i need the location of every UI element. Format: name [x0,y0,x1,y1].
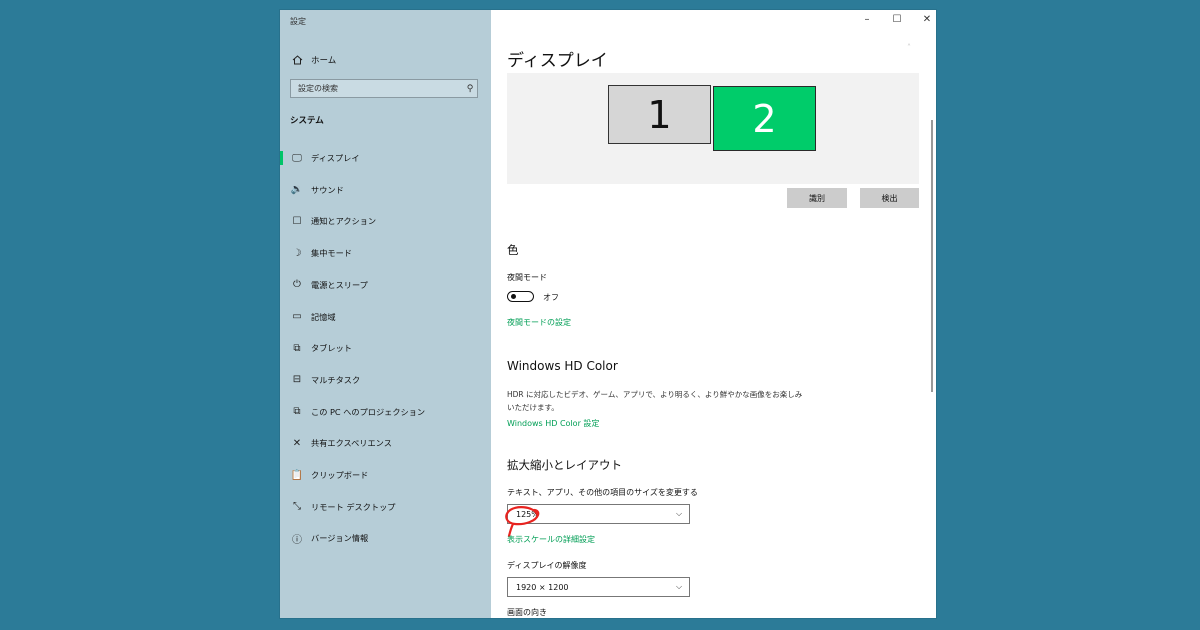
sidebar-item-speaker[interactable]: 🔉 サウンド [280,179,491,201]
storage-icon: ▭ [292,311,302,322]
night-mode-label: 夜間モード [507,273,547,282]
resolution-label: ディスプレイの解像度 [507,561,587,570]
sidebar-item-label: タブレット [311,343,352,354]
sidebar-item-power[interactable]: ⏻ 電源とスリープ [280,274,491,296]
sidebar-item-label: マルチタスク [311,374,361,385]
maximize-button[interactable]: ☐ [887,14,907,25]
notification-icon: ☐ [292,215,302,227]
sidebar-item-tablet[interactable]: ⧉ タブレット [280,337,491,359]
sidebar-item-label: 通知とアクション [311,216,377,227]
close-button[interactable]: ✕ [917,14,936,25]
monitor-icon: 🖵 [292,152,302,164]
sidebar: 設定 ホーム 設定の検索 ⚲ システム 🖵 ディスプレイ 🔉 サウンド ☐ 通知とアクショ… [280,10,491,618]
main-content: – ☐ ✕ ディスプレイ ˄ 1 2 識別 検出 色 夜間モード オフ 夜間モー… [491,10,936,618]
sidebar-item-storage[interactable]: ▭ 記憶域 [280,306,491,328]
chevron-down-icon: ⌵ [675,509,683,518]
search-icon[interactable]: ⚲ [463,84,477,94]
night-mode-settings-link[interactable]: 夜間モードの設定 [507,317,571,328]
advanced-scaling-link[interactable]: 表示スケールの詳細設定 [507,534,595,545]
projection-icon: ⧉ [293,406,301,418]
chevron-down-icon: ⌵ [675,582,683,591]
home-icon [290,54,304,66]
sidebar-item-label: サウンド [311,184,344,195]
toggle-knob [511,294,516,299]
scrollbar[interactable] [931,120,933,392]
scale-value: 125% [516,509,539,519]
monitor-1[interactable]: 1 [608,85,711,144]
color-section-title: 色 [507,243,519,257]
scale-dropdown[interactable]: 125% ⌵ [507,504,690,524]
sidebar-home[interactable]: ホーム [290,52,336,68]
search-placeholder: 設定の検索 [298,84,338,93]
resolution-value: 1920 × 1200 [516,582,569,592]
scroll-up-icon[interactable]: ˄ [907,43,911,52]
sidebar-item-shared-experience[interactable]: ✕ 共有エクスペリエンス [280,432,491,454]
sidebar-item-label: 集中モード [311,248,352,259]
window-title: 設定 [290,17,306,26]
sidebar-item-monitor[interactable]: 🖵 ディスプレイ [280,147,491,169]
sidebar-item-remote-desktop[interactable]: ⤡ リモート デスクトップ [280,496,491,518]
sidebar-item-label: ディスプレイ [311,153,360,163]
sidebar-item-label: バージョン情報 [311,533,369,544]
home-label: ホーム [311,56,337,66]
hdr-description: HDR に対応したビデオ、ゲーム、アプリで、より明るく、より鮮やかな画像をお楽し… [507,390,803,412]
sidebar-item-label: 共有エクスペリエンス [311,438,392,449]
tablet-icon: ⧉ [293,342,301,354]
page-title: ディスプレイ [507,51,608,71]
clipboard-icon: 📋 [290,469,304,481]
speaker-icon: 🔉 [290,184,304,196]
sidebar-item-info[interactable]: ⓘ バージョン情報 [280,527,491,549]
multitask-icon: ⊟ [292,374,302,386]
minimize-button[interactable]: – [857,14,877,25]
orientation-label: 画面の向き [507,608,547,617]
sidebar-item-moon[interactable]: ☽ 集中モード [280,242,491,264]
sidebar-item-label: この PC へのプロジェクション [311,406,426,417]
sidebar-section-title: システム [290,116,324,126]
monitor-2[interactable]: 2 [713,86,816,151]
sidebar-item-label: 電源とスリープ [311,279,368,290]
sidebar-item-label: リモート デスクトップ [311,501,396,512]
identify-button[interactable]: 識別 [787,188,847,208]
sidebar-item-projection[interactable]: ⧉ この PC へのプロジェクション [280,401,491,423]
search-input[interactable]: 設定の検索 ⚲ [290,79,478,98]
remote-desktop-icon: ⤡ [293,501,301,513]
power-icon: ⏻ [293,279,301,291]
shared-experience-icon: ✕ [292,437,302,449]
resolution-dropdown[interactable]: 1920 × 1200 ⌵ [507,577,690,597]
hdr-settings-link[interactable]: Windows HD Color 設定 [507,418,599,429]
sidebar-item-label: クリップボード [311,470,369,480]
moon-icon: ☽ [292,247,302,259]
settings-window: 設定 ホーム 設定の検索 ⚲ システム 🖵 ディスプレイ 🔉 サウンド ☐ 通知とアクショ… [280,10,936,618]
scale-label: テキスト、アプリ、その他の項目のサイズを変更する [507,488,698,497]
hdr-section-title: Windows HD Color [507,359,618,373]
sidebar-item-notification[interactable]: ☐ 通知とアクション [280,210,491,232]
scale-section-title: 拡大縮小とレイアウト [507,458,622,472]
night-mode-state: オフ [543,293,559,302]
info-icon: ⓘ [292,534,302,546]
detect-button[interactable]: 検出 [860,188,919,208]
sidebar-item-label: 記憶域 [311,311,336,322]
monitor-arrangement: 1 2 [507,73,919,184]
sidebar-item-multitask[interactable]: ⊟ マルチタスク [280,369,491,391]
night-mode-toggle[interactable] [507,291,534,302]
sidebar-item-clipboard[interactable]: 📋 クリップボード [280,464,491,486]
